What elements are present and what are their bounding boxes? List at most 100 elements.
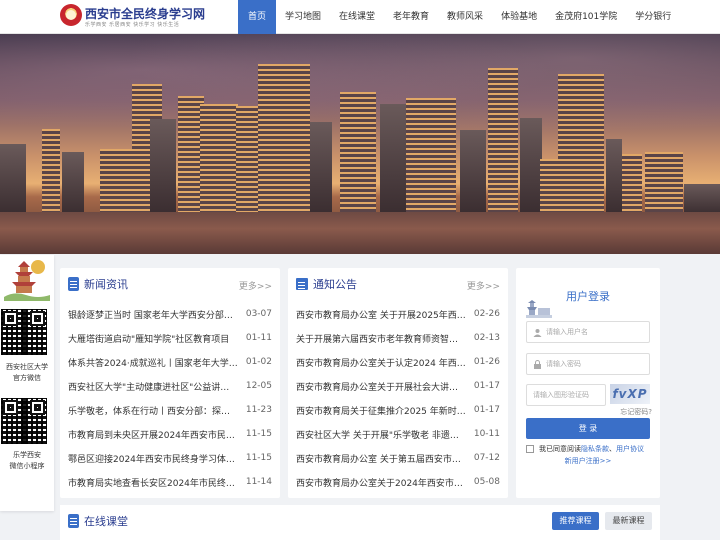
qr1-caption-line1: 西安社区大学	[6, 363, 48, 371]
site-logo-icon[interactable]	[60, 4, 82, 26]
nav-item-elderly-education[interactable]: 老年教育	[384, 0, 438, 34]
captcha-field[interactable]	[526, 384, 606, 406]
notice-item-title: 西安市教育局办公室 关于开展2025年西安市老年	[296, 310, 474, 321]
notice-item-title: 西安社区大学 关于开展"乐学敬老 非遗精品"活动	[296, 430, 474, 441]
notice-item-title: 西安市教育局办公室关于认定2024 年西安市民终身	[296, 358, 474, 369]
agreement-row: 我已同意阅读 隐私条款 、 用户协议	[526, 444, 644, 454]
news-item[interactable]: 市教育局实地查看长安区2024年市民终身学习体验11-14	[68, 470, 272, 494]
news-item-title: 市教育局到未央区开展2024年西安市民终身学习	[68, 430, 246, 441]
notice-item[interactable]: 西安市教育局办公室关于开展社会大讲堂活动的通知01-17	[296, 374, 500, 398]
site-title[interactable]: 西安市全民终身学习网	[85, 5, 205, 22]
qr-sidebar: 西安社区大学 官方微信 乐学西安 微信小程序	[0, 255, 54, 511]
news-item-date: 11-15	[245, 453, 272, 463]
privacy-link[interactable]: 隐私条款	[581, 444, 609, 454]
notice-item[interactable]: 西安市教育局办公室关于2024年西安市"能者为师"05-08	[296, 470, 500, 494]
course-title: 在线课堂	[84, 515, 128, 528]
news-item-title: 市教育局实地查看长安区2024年市民终身学习体验	[68, 478, 246, 489]
notice-item-title: 西安市教育局办公室关于开展社会大讲堂活动的通知	[296, 382, 474, 393]
miniprogram-qr-code	[1, 398, 47, 444]
news-item[interactable]: 乐学敬老，体系在行动丨西安分部：探索老年教育11-23	[68, 398, 272, 422]
course-header: 在线课堂	[68, 512, 128, 530]
news-item-title: 乐学敬老，体系在行动丨西安分部：探索老年教育	[68, 406, 246, 417]
agree-checkbox[interactable]	[526, 445, 534, 453]
main-nav: 首页 学习地图 在线课堂 老年教育 教师风采 体验基地 金茂府101学院 学分银…	[238, 0, 680, 34]
notice-item-title: 西安市教育局办公室 关于第五届西安市老年教育	[296, 454, 474, 465]
news-header: 新闻资讯	[68, 275, 128, 293]
news-item-title: 西安社区大学"主动健康进社区"公益讲座活动	[68, 382, 246, 393]
nav-item-jinmao-academy[interactable]: 金茂府101学院	[546, 0, 626, 34]
captcha-image[interactable]: fvXP	[610, 384, 650, 404]
login-button[interactable]: 登 录	[526, 418, 650, 439]
news-panel: 新闻资讯 更多>> 银龄逐梦正当时 国家老年大学西安分部喜迎新学期03-07 大…	[60, 268, 280, 498]
username-field[interactable]	[526, 321, 650, 343]
news-more-link[interactable]: 更多>>	[239, 279, 272, 292]
notice-item[interactable]: 西安市教育局办公室关于认定2024 年西安市民终身01-26	[296, 350, 500, 374]
news-item-date: 11-23	[245, 405, 272, 415]
notice-item[interactable]: 西安社区大学 关于开展"乐学敬老 非遗精品"活动 10-11	[296, 422, 500, 446]
forgot-password-link[interactable]: 忘记密码?	[620, 407, 652, 417]
hero-banner[interactable]	[0, 34, 720, 254]
notice-item-date: 10-11	[473, 429, 500, 439]
top-header: 西安市全民终身学习网 乐学西安 乐居西安 快乐学习 快乐生活 首页 学习地图 在…	[0, 0, 720, 34]
captcha-input[interactable]	[533, 391, 605, 399]
news-item-title: 鄠邑区迎接2024年西安市民终身学习体验基地评估	[68, 454, 246, 465]
notice-item[interactable]: 关于开展第六届西安市老年教育师资智库建设的通知02-13	[296, 326, 500, 350]
notice-item-date: 01-17	[473, 405, 500, 415]
notice-item-date: 07-12	[473, 453, 500, 463]
news-item-date: 11-14	[245, 477, 272, 487]
nav-item-online-class[interactable]: 在线课堂	[330, 0, 384, 34]
wechat-qr-code	[1, 309, 47, 355]
user-icon	[533, 328, 542, 337]
notice-item-title: 关于开展第六届西安市老年教育师资智库建设的通知	[296, 334, 474, 345]
notice-title: 通知公告	[313, 278, 357, 291]
notice-more-link[interactable]: 更多>>	[467, 279, 500, 292]
pagoda-icon	[4, 260, 50, 301]
news-item[interactable]: 西安社区大学"主动健康进社区"公益讲座活动 12-05	[68, 374, 272, 398]
agree-prefix: 我已同意阅读	[539, 445, 581, 453]
book-icon	[68, 514, 79, 528]
notice-item-title: 西安市教育局办公室关于2024年西安市"能者为师"	[296, 478, 474, 489]
pagoda-icon	[526, 300, 552, 318]
notice-item-date: 01-17	[473, 381, 500, 391]
notice-item[interactable]: 西安市教育局办公室 关于第五届西安市老年教育 07-12	[296, 446, 500, 470]
news-item-title: 大雁塔街道启动"雁知学院"社区教育项目	[68, 334, 230, 345]
news-list: 银龄逐梦正当时 国家老年大学西安分部喜迎新学期03-07 大雁塔街道启动"雁知学…	[68, 302, 272, 494]
news-item-date: 11-15	[245, 429, 272, 439]
tab-latest-courses[interactable]: 最新课程	[605, 512, 652, 530]
password-input[interactable]	[546, 360, 649, 368]
news-item-date: 01-02	[245, 357, 272, 367]
online-course-section: 在线课堂 推荐课程 最新课程	[60, 505, 660, 540]
notice-item-date: 01-26	[473, 357, 500, 367]
lock-icon	[534, 359, 541, 369]
notice-item-date: 05-08	[473, 477, 500, 487]
news-title: 新闻资讯	[84, 278, 128, 291]
username-input[interactable]	[546, 328, 649, 336]
qr2-caption-line2: 微信小程序	[9, 462, 45, 470]
news-item[interactable]: 体系共答2024·成就巡礼丨国家老年大学西安分部 01-02	[68, 350, 272, 374]
notice-item[interactable]: 西安市教育局关于征集推介2025 年新时代老年教育01-17	[296, 398, 500, 422]
nav-item-teachers[interactable]: 教师风采	[438, 0, 492, 34]
nav-item-experience-base[interactable]: 体验基地	[492, 0, 546, 34]
notice-item[interactable]: 西安市教育局办公室 关于开展2025年西安市老年 02-26	[296, 302, 500, 326]
notice-panel: 通知公告 更多>> 西安市教育局办公室 关于开展2025年西安市老年 02-26 …	[288, 268, 508, 498]
nav-item-home[interactable]: 首页	[238, 0, 276, 34]
notice-item-date: 02-26	[473, 309, 500, 319]
site-slogan: 乐学西安 乐居西安 快乐学习 快乐生活	[85, 22, 180, 28]
login-panel: 用户登录 fvXP 忘记密码? 登 录 我已同意阅读 隐私条款 、 用户协议 新…	[516, 268, 660, 498]
agree-separator: 、	[609, 445, 616, 453]
news-item[interactable]: 鄠邑区迎接2024年西安市民终身学习体验基地评估11-15	[68, 446, 272, 470]
register-link[interactable]: 新用户注册>>	[516, 456, 660, 466]
news-item-title: 银龄逐梦正当时 国家老年大学西安分部喜迎新学期	[68, 310, 246, 321]
news-item[interactable]: 市教育局到未央区开展2024年西安市民终身学习 11-15	[68, 422, 272, 446]
nav-item-learning-map[interactable]: 学习地图	[276, 0, 330, 34]
news-item[interactable]: 银龄逐梦正当时 国家老年大学西安分部喜迎新学期03-07	[68, 302, 272, 326]
notice-item-date: 02-13	[473, 333, 500, 343]
news-item-date: 01-11	[245, 333, 272, 343]
tab-recommended-courses[interactable]: 推荐课程	[552, 512, 599, 530]
nav-item-credit-bank[interactable]: 学分银行	[626, 0, 680, 34]
news-item-date: 03-07	[245, 309, 272, 319]
news-item-date: 12-05	[245, 381, 272, 391]
news-item[interactable]: 大雁塔街道启动"雁知学院"社区教育项目 01-11	[68, 326, 272, 350]
password-field[interactable]	[526, 353, 650, 375]
user-agreement-link[interactable]: 用户协议	[616, 444, 644, 454]
